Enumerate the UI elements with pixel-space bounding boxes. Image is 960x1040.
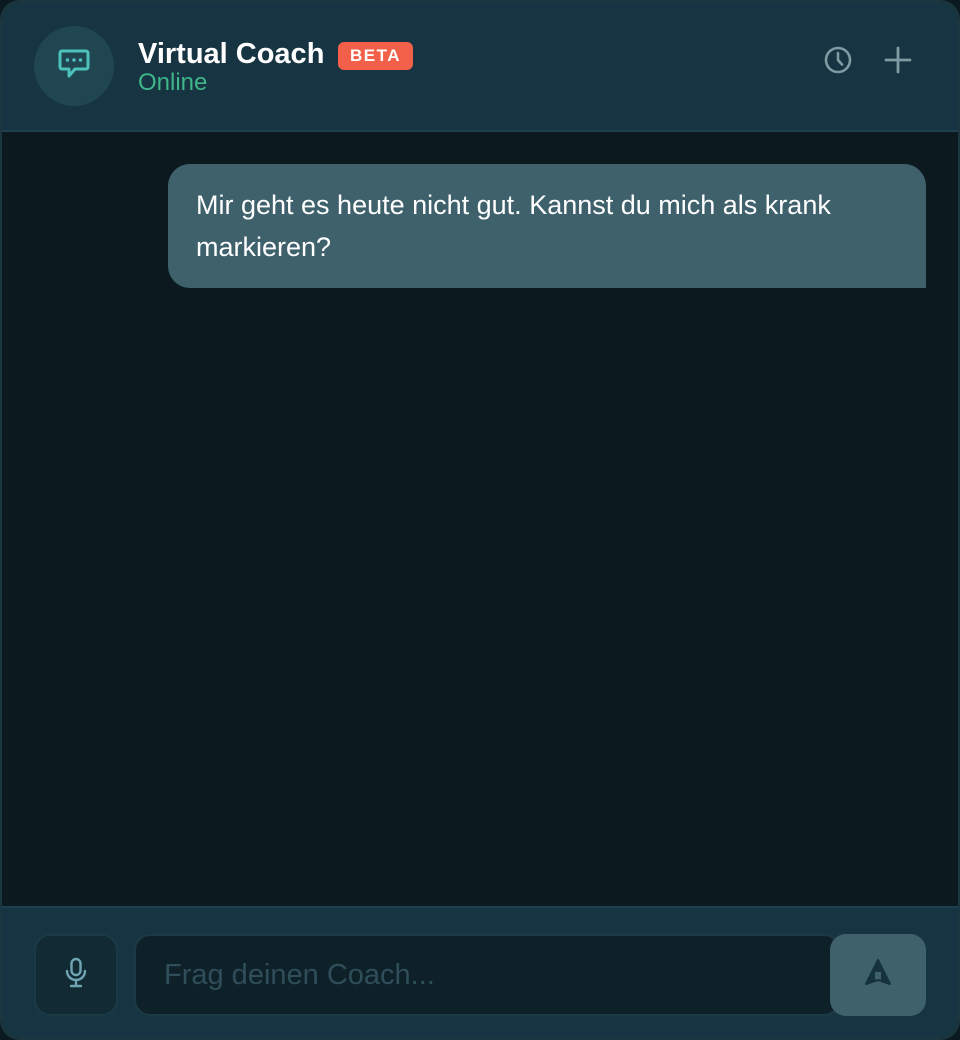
- message-input[interactable]: [134, 934, 840, 1016]
- history-button[interactable]: [818, 42, 858, 82]
- user-message: Mir geht es heute nicht gut. Kannst du m…: [168, 164, 926, 288]
- microphone-button[interactable]: [34, 934, 118, 1016]
- chat-header: Virtual Coach BETA Online: [2, 2, 958, 132]
- clock-icon: [823, 45, 853, 80]
- send-button[interactable]: [830, 934, 926, 1016]
- coach-avatar: [34, 26, 114, 106]
- microphone-icon: [61, 956, 91, 995]
- send-arrow-icon: [863, 957, 893, 994]
- message-list: Mir geht es heute nicht gut. Kannst du m…: [2, 132, 958, 906]
- plus-icon: [883, 45, 913, 80]
- chat-bubble-icon: [56, 46, 92, 87]
- beta-badge: BETA: [338, 42, 414, 70]
- new-chat-button[interactable]: [878, 42, 918, 82]
- composer: [2, 906, 958, 1038]
- page-title: Virtual Coach: [138, 38, 325, 70]
- chat-window: Virtual Coach BETA Online Mir geht es he…: [0, 0, 960, 1040]
- status-label: Online: [138, 69, 208, 96]
